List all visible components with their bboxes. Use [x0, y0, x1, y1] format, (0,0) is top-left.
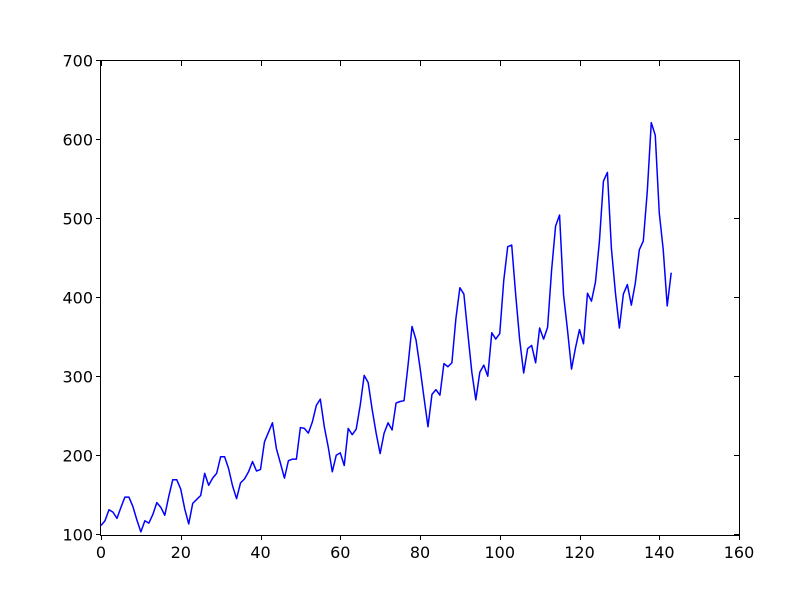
y-tick-500: 500 [62, 210, 93, 229]
chart-axes: 0 20 40 60 80 100 120 140 160 100 200 30… [100, 60, 740, 536]
y-tick-700: 700 [62, 52, 93, 71]
x-tick-40: 40 [250, 543, 270, 562]
y-tick-600: 600 [62, 131, 93, 150]
data-line [101, 123, 671, 532]
x-tick-60: 60 [330, 543, 350, 562]
y-tick-400: 400 [62, 289, 93, 308]
chart-figure: 0 20 40 60 80 100 120 140 160 100 200 30… [0, 0, 800, 596]
x-tick-120: 120 [564, 543, 595, 562]
y-tick-200: 200 [62, 447, 93, 466]
y-tick-100: 100 [62, 526, 93, 545]
x-tick-160: 160 [724, 543, 755, 562]
x-tick-80: 80 [410, 543, 430, 562]
x-tick-100: 100 [484, 543, 515, 562]
x-tick-0: 0 [96, 543, 106, 562]
x-tick-20: 20 [171, 543, 191, 562]
x-tick-140: 140 [644, 543, 675, 562]
line-plot [101, 61, 739, 535]
y-tick-300: 300 [62, 368, 93, 387]
